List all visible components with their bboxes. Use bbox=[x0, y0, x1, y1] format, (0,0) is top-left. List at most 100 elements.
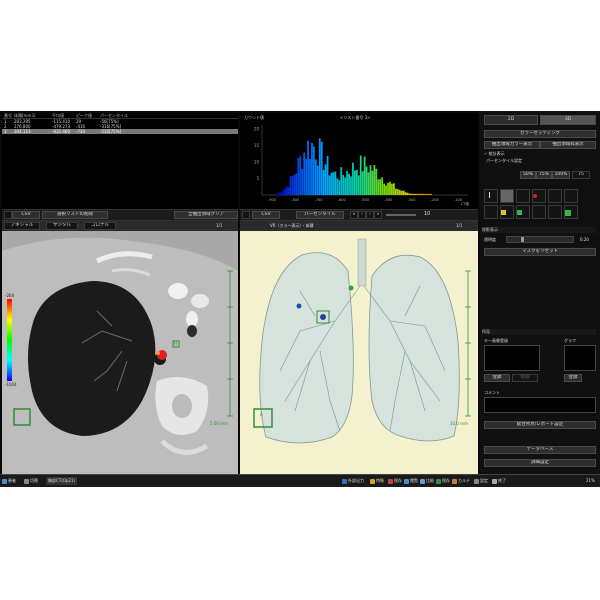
clear-all-button[interactable]: 全抽出領域クリア bbox=[174, 211, 238, 219]
detail-setting-button[interactable]: 詳細設定 bbox=[484, 459, 596, 467]
histogram-bar bbox=[326, 155, 329, 195]
histogram-csv-button[interactable]: CSV bbox=[252, 211, 280, 219]
cell-mean: -632.460 bbox=[52, 129, 70, 134]
col-volume: 体積[mm3] bbox=[14, 113, 36, 118]
table-row-selected[interactable]: 3 304.113 -632.460 -734 -532[75%] bbox=[2, 129, 238, 134]
cell-peak: -734 bbox=[76, 129, 86, 134]
extract-region-display-button[interactable]: 抽出領域枠表示 bbox=[540, 141, 596, 149]
colorbar-bottom-label: -1004 bbox=[5, 382, 17, 387]
histogram-slider[interactable] bbox=[386, 214, 416, 216]
histogram-bar bbox=[369, 165, 372, 195]
histogram-bar bbox=[289, 176, 292, 195]
histogram-bar bbox=[313, 146, 315, 195]
percent-100-button[interactable]: 100% bbox=[552, 171, 570, 179]
taskbar-settings[interactable]: 設定 bbox=[474, 477, 488, 485]
histogram-bar bbox=[291, 175, 294, 195]
y-tick-label: 5 bbox=[256, 176, 259, 181]
viewer-b-page: 1/1 bbox=[456, 223, 463, 228]
view-2d-button[interactable]: 2D bbox=[484, 115, 538, 125]
lung-tool-icon[interactable] bbox=[500, 189, 514, 203]
tab-sagittal[interactable]: サジタル bbox=[46, 222, 78, 230]
y-tick-label: 20 bbox=[254, 127, 260, 132]
taskbar-compare[interactable]: 比較 bbox=[420, 477, 434, 485]
dark-tool-icon[interactable] bbox=[548, 205, 562, 219]
report-setting-button[interactable]: 総合所見/レポート設定 bbox=[484, 421, 596, 429]
histogram-bar bbox=[301, 168, 304, 195]
taskbar-chart[interactable]: カルテ bbox=[452, 477, 470, 485]
tab-coronal[interactable]: コロナル bbox=[84, 222, 116, 230]
histogram-bar bbox=[393, 183, 395, 195]
taskbar-switch[interactable]: 切替 bbox=[24, 477, 38, 485]
mask-reset-button[interactable]: マスクをリセット bbox=[484, 248, 596, 256]
histogram-bar bbox=[396, 189, 399, 195]
region-tool-icon[interactable] bbox=[532, 205, 546, 219]
cell-volume: 304.113 bbox=[14, 129, 31, 134]
color-setting-button[interactable]: カラーセッティング bbox=[484, 130, 596, 138]
taskbar-patient[interactable]: 患者 bbox=[2, 477, 16, 485]
vessel-tool-icon[interactable] bbox=[548, 189, 562, 203]
delete-selected-button[interactable]: 選択リストの削除 bbox=[42, 211, 108, 219]
percent-50-button[interactable]: 50% bbox=[520, 171, 536, 179]
last-icon[interactable]: » bbox=[374, 211, 382, 219]
percentile-button[interactable]: パーセンタイル bbox=[296, 211, 344, 219]
graph-register-button[interactable]: 登録 bbox=[564, 374, 582, 382]
percent-input[interactable]: 75 bbox=[572, 171, 590, 179]
key-image-delete-button[interactable]: 削除 bbox=[512, 374, 538, 382]
red-dot-icon bbox=[533, 194, 537, 198]
color-tool-icon[interactable] bbox=[516, 189, 530, 203]
opacity-slider-thumb[interactable] bbox=[521, 237, 524, 242]
histogram-bar bbox=[361, 171, 364, 195]
histogram-bar bbox=[416, 193, 419, 195]
opacity-section-header: 除影表示 bbox=[482, 227, 596, 233]
next-icon[interactable]: › bbox=[366, 211, 374, 219]
col-number: 番号 bbox=[4, 113, 12, 118]
ct-slice-viewer[interactable]: -264 -1004 H 5.00 mm bbox=[2, 231, 238, 476]
histogram-bar bbox=[373, 165, 376, 195]
orientation-marker-label: A bbox=[260, 412, 263, 417]
x-tick-label: -700 bbox=[314, 198, 323, 202]
taskbar-special[interactable]: 特殊 bbox=[370, 477, 384, 485]
histogram-bar bbox=[334, 171, 337, 195]
histogram-bar bbox=[330, 172, 333, 195]
taskbar-store[interactable]: 保存 bbox=[436, 477, 450, 485]
csv-button[interactable]: CSV bbox=[12, 211, 40, 219]
histogram-toolbar: CSV パーセンタイル « ‹ › » 10 bbox=[240, 209, 478, 221]
histogram-bar bbox=[328, 175, 331, 195]
viewer-a-page: 1/1 bbox=[216, 223, 223, 228]
tool-icon-grid bbox=[484, 189, 596, 225]
save-icon[interactable] bbox=[4, 211, 12, 219]
comment-field[interactable] bbox=[484, 397, 596, 413]
taskbar-study[interactable]: 胸部CT(Op21) bbox=[46, 477, 78, 485]
bronchus-tool-icon[interactable] bbox=[484, 205, 498, 219]
taskbar-view[interactable]: 閲覧 bbox=[404, 477, 418, 485]
histogram-bar bbox=[350, 176, 352, 195]
histogram-bar bbox=[297, 157, 300, 195]
histogram-bar bbox=[375, 168, 378, 195]
key-image-register-button[interactable]: 登録 bbox=[484, 374, 510, 382]
filter-tool-icon[interactable] bbox=[564, 189, 578, 203]
histogram-panel: カウント値 <リスト番号 3> 20 15 10 5 -900 -800 -700 -600-… bbox=[240, 113, 478, 209]
viewer-a-header: アキシャル サジタル コロナル 1/1 bbox=[2, 221, 238, 231]
first-icon[interactable]: « bbox=[350, 211, 358, 219]
key-image-box[interactable] bbox=[484, 345, 540, 371]
opacity-slider[interactable] bbox=[506, 236, 574, 243]
histogram-bar bbox=[357, 175, 360, 195]
tab-axial[interactable]: アキシャル bbox=[4, 222, 40, 230]
database-button[interactable]: データベース bbox=[484, 446, 596, 454]
taskbar-label: 外部出力 bbox=[348, 478, 364, 483]
taskbar-save[interactable]: 保存 bbox=[388, 477, 402, 485]
histogram-bar bbox=[342, 174, 345, 195]
stats-display-checkbox[interactable]: ✓ 統計表示 bbox=[484, 151, 505, 156]
percent-75-button[interactable]: 75% bbox=[536, 171, 552, 179]
graph-box[interactable] bbox=[564, 345, 596, 371]
volume-render-viewer[interactable]: A 10.0 mm bbox=[240, 231, 478, 476]
extract-color-display-button[interactable]: 抽出領域カラー表示 bbox=[484, 141, 540, 149]
prev-icon[interactable]: ‹ bbox=[358, 211, 366, 219]
save-icon[interactable] bbox=[242, 211, 250, 219]
taskbar-export[interactable]: 外部出力 bbox=[342, 477, 364, 485]
histogram-bar bbox=[309, 158, 311, 195]
taskbar-exit[interactable]: 終了 bbox=[492, 477, 506, 485]
taskbar-label: カルテ bbox=[458, 478, 470, 483]
view-3d-button[interactable]: 3D bbox=[540, 115, 596, 125]
histogram-bar bbox=[426, 193, 428, 195]
